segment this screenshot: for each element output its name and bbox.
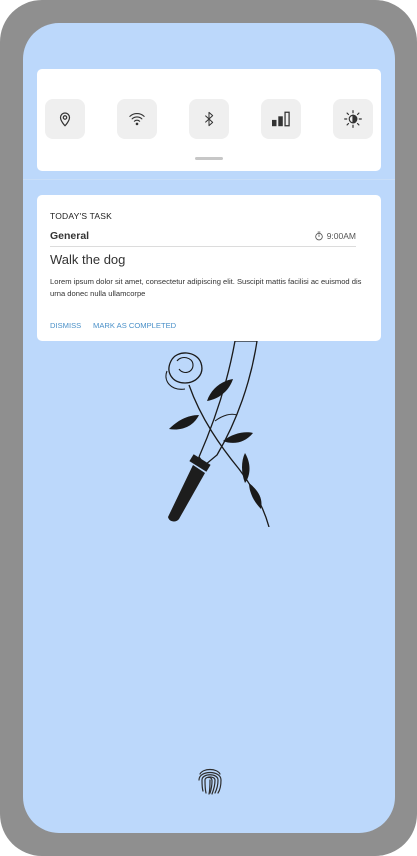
dismiss-button[interactable]: DISMISS	[50, 321, 81, 330]
wallpaper-knife-rose-illustration	[165, 341, 270, 527]
location-toggle[interactable]	[45, 99, 85, 139]
mobile-data-toggle[interactable]	[261, 99, 301, 139]
fingerprint-icon[interactable]	[196, 764, 224, 796]
wifi-icon	[129, 113, 145, 126]
notification-body: Lorem ipsum dolor sit amet, consectetur …	[50, 277, 362, 298]
shade-drag-handle[interactable]	[195, 157, 223, 160]
brightness-icon	[344, 110, 362, 128]
notification-category: General	[50, 230, 90, 242]
task-notification[interactable]: TODAY'S TASK General 9:00AM Walk the dog…	[37, 195, 381, 341]
bluetooth-toggle[interactable]	[189, 99, 229, 139]
notification-title: Walk the dog	[50, 252, 126, 267]
notification-divider	[50, 246, 356, 247]
phone-frame: TODAY'S TASK General 9:00AM Walk the dog…	[0, 0, 417, 856]
mark-completed-button[interactable]: MARK AS COMPLETED	[93, 321, 176, 330]
timer-icon	[314, 231, 323, 241]
wifi-toggle[interactable]	[117, 99, 157, 139]
notification-heading: TODAY'S TASK	[50, 211, 112, 221]
shade-divider	[23, 179, 395, 180]
bluetooth-icon	[204, 111, 214, 127]
notification-time: 9:00AM	[314, 231, 356, 241]
notification-time-text: 9:00AM	[326, 231, 356, 241]
quick-settings-panel	[37, 69, 381, 171]
lock-screen: TODAY'S TASK General 9:00AM Walk the dog…	[23, 23, 395, 833]
brightness-toggle[interactable]	[333, 99, 373, 139]
mobile-signal-icon	[272, 111, 290, 127]
location-pin-icon	[59, 112, 71, 127]
